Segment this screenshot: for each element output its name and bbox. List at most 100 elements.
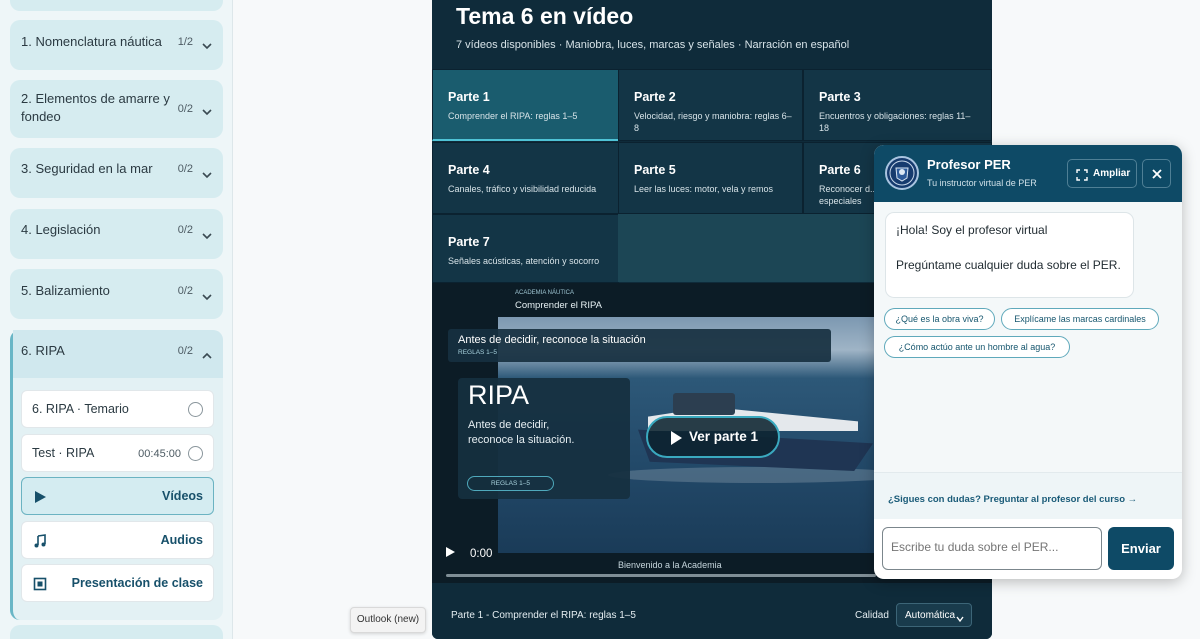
part-desc: Comprender el RIPA: reglas 1–5 bbox=[448, 111, 578, 121]
resource-label: Audios bbox=[160, 533, 203, 547]
quality-value: Automática bbox=[905, 610, 956, 621]
lesson-item-temario[interactable]: 6. RIPA · Temario bbox=[21, 390, 214, 428]
part-tab-4[interactable]: Parte 4 Canales, tráfico y visibilidad r… bbox=[432, 142, 619, 214]
chat-input-box[interactable] bbox=[882, 527, 1102, 570]
expand-button[interactable]: Ampliar bbox=[1067, 159, 1137, 188]
part-tab-7[interactable]: Parte 7 Señales acústicas, atención y so… bbox=[432, 214, 619, 283]
module-title: 2. Elementos de amarre y fondeo bbox=[21, 91, 170, 124]
panel-title: Tema 6 en vídeo bbox=[456, 3, 634, 29]
part-desc: Leer las luces: motor, vela y remos bbox=[634, 184, 774, 194]
slides-icon bbox=[33, 577, 47, 591]
module-title: 1. Nomenclatura náutica bbox=[21, 34, 162, 49]
module-title: 4. Legislación bbox=[21, 222, 101, 237]
module-card-1[interactable]: 1. Nomenclatura náutica 1/2 bbox=[10, 20, 223, 70]
resource-label: Presentación de clase bbox=[71, 576, 203, 590]
module-card-top[interactable] bbox=[10, 0, 223, 11]
part-desc: Encuentros y obligaciones: reglas 11–18 bbox=[819, 111, 971, 133]
ripa-text: Antes de decidir, reconoce la situación. bbox=[468, 419, 575, 446]
part-tab-1[interactable]: Parte 1 Comprender el RIPA: reglas 1–5 bbox=[432, 69, 619, 141]
module-card-3[interactable]: 3. Seguridad en la mar 0/2 bbox=[10, 148, 223, 198]
chat-subtitle: Tu instructor virtual de PER bbox=[927, 178, 1037, 188]
situation-tag: REGLAS 1–5 bbox=[458, 349, 498, 356]
completion-radio[interactable] bbox=[188, 446, 203, 461]
module-progress: 0/2 bbox=[177, 103, 193, 115]
close-button[interactable] bbox=[1142, 159, 1171, 188]
module-title: 5. Balizamiento bbox=[21, 283, 110, 298]
chevron-up-icon bbox=[201, 349, 213, 361]
chat-title: Profesor PER bbox=[927, 157, 1011, 172]
module-progress: 0/2 bbox=[177, 345, 193, 357]
close-icon bbox=[1152, 169, 1162, 179]
module-card-2[interactable]: 2. Elementos de amarre y fondeo 0/2 bbox=[10, 80, 223, 138]
resource-videos[interactable]: Vídeos bbox=[21, 477, 214, 515]
part-title: Parte 4 bbox=[448, 163, 490, 177]
module-6-header[interactable]: 6. RIPA 0/2 bbox=[13, 330, 223, 378]
video-header: Comprender el RIPA bbox=[515, 300, 602, 311]
situation-banner: Antes de decidir, reconoce la situación … bbox=[448, 329, 831, 362]
module-title: 6. RIPA bbox=[21, 343, 65, 358]
chevron-down-icon bbox=[955, 611, 965, 623]
greeting-text: ¡Hola! Soy el profesor virtual bbox=[896, 223, 1048, 237]
chat-header: Profesor PER Tu instructor virtual de PE… bbox=[874, 145, 1182, 202]
part-title: Parte 1 bbox=[448, 90, 490, 104]
play-part-button[interactable]: Ver parte 1 bbox=[646, 416, 780, 458]
send-button[interactable]: Enviar bbox=[1108, 527, 1174, 570]
part-desc: Señales acústicas, atención y socorro bbox=[448, 256, 600, 266]
module-card-4[interactable]: 4. Legislación 0/2 bbox=[10, 209, 223, 259]
part-tab-5[interactable]: Parte 5 Leer las luces: motor, vela y re… bbox=[618, 142, 803, 214]
situation-title: Antes de decidir, reconoce la situación bbox=[458, 334, 646, 346]
resource-audios[interactable]: Audios bbox=[21, 521, 214, 559]
part-title: Parte 7 bbox=[448, 235, 490, 249]
part-title: Parte 3 bbox=[819, 90, 861, 104]
lesson-item-test[interactable]: Test · RIPA 00:45:00 bbox=[21, 434, 214, 472]
video-progress-bar[interactable] bbox=[446, 574, 876, 577]
video-time: 0:00 bbox=[470, 548, 493, 560]
part-desc: Velocidad, riesgo y maniobra: reglas 6–8 bbox=[634, 111, 792, 133]
rules-pill: REGLAS 1–5 bbox=[467, 476, 554, 491]
prompt-text: Pregúntame cualquier duda sobre el PER. bbox=[896, 258, 1121, 272]
chat-input[interactable] bbox=[891, 540, 1096, 554]
ripa-heading: RIPA bbox=[468, 380, 530, 410]
resource-presentation[interactable]: Presentación de clase bbox=[21, 564, 214, 602]
chevron-down-icon bbox=[201, 105, 213, 117]
module-progress: 0/2 bbox=[177, 163, 193, 175]
lesson-label: Test · RIPA bbox=[32, 446, 95, 460]
part-title: Parte 6 bbox=[819, 163, 861, 177]
module-progress: 0/2 bbox=[177, 285, 193, 297]
now-playing: Parte 1 - Comprender el RIPA: reglas 1–5 bbox=[451, 610, 636, 621]
suggestion-chip[interactable]: ¿Cómo actúo ante un hombre al agua? bbox=[884, 336, 1070, 358]
expand-label: Ampliar bbox=[1093, 168, 1131, 179]
quality-select[interactable]: Automática bbox=[896, 603, 972, 627]
panel-subtitle: 7 vídeos disponibles · Maniobra, luces, … bbox=[456, 39, 850, 51]
ask-teacher-link[interactable]: ¿Sigues con dudas? Preguntar al profesor… bbox=[888, 494, 1137, 505]
ask-teacher-row: ¿Sigues con dudas? Preguntar al profesor… bbox=[874, 472, 1182, 519]
module-progress: 0/2 bbox=[177, 224, 193, 236]
module-card-6-open: 6. RIPA 0/2 6. RIPA · Temario Test · RIP… bbox=[10, 330, 223, 620]
boat-cabin bbox=[673, 393, 735, 415]
avatar bbox=[885, 156, 919, 190]
app-root: 1. Nomenclatura náutica 1/2 2. Elementos… bbox=[0, 0, 1200, 639]
chat-messages: ¡Hola! Soy el profesor virtual Pregúntam… bbox=[874, 202, 1182, 472]
expand-icon bbox=[1076, 168, 1088, 181]
test-duration: 00:45:00 bbox=[138, 448, 181, 460]
lesson-label: 6. RIPA · Temario bbox=[32, 402, 129, 416]
module-title: 3. Seguridad en la mar bbox=[21, 161, 153, 176]
chevron-down-icon bbox=[201, 39, 213, 51]
chat-widget: Profesor PER Tu instructor virtual de PE… bbox=[874, 145, 1182, 579]
control-play-icon[interactable] bbox=[446, 547, 455, 557]
module-progress: 1/2 bbox=[177, 36, 193, 48]
music-note-icon bbox=[33, 534, 47, 548]
ripa-card: RIPA Antes de decidir, reconoce la situa… bbox=[458, 378, 630, 499]
completion-radio[interactable] bbox=[188, 402, 203, 417]
part-tab-3[interactable]: Parte 3 Encuentros y obligaciones: regla… bbox=[803, 69, 992, 141]
part-tab-2[interactable]: Parte 2 Velocidad, riesgo y maniobra: re… bbox=[618, 69, 803, 141]
part-title: Parte 5 bbox=[634, 163, 676, 177]
module-card-5[interactable]: 5. Balizamiento 0/2 bbox=[10, 269, 223, 319]
suggestion-chip[interactable]: Explícame las marcas cardinales bbox=[1001, 308, 1159, 330]
chevron-down-icon bbox=[201, 229, 213, 241]
module-card-7[interactable] bbox=[10, 625, 223, 639]
resource-label: Vídeos bbox=[162, 489, 203, 503]
video-brand: ACADEMIA NÁUTICA bbox=[515, 290, 575, 296]
quality-label: Calidad bbox=[855, 610, 889, 621]
suggestion-chip[interactable]: ¿Qué es la obra viva? bbox=[884, 308, 995, 330]
